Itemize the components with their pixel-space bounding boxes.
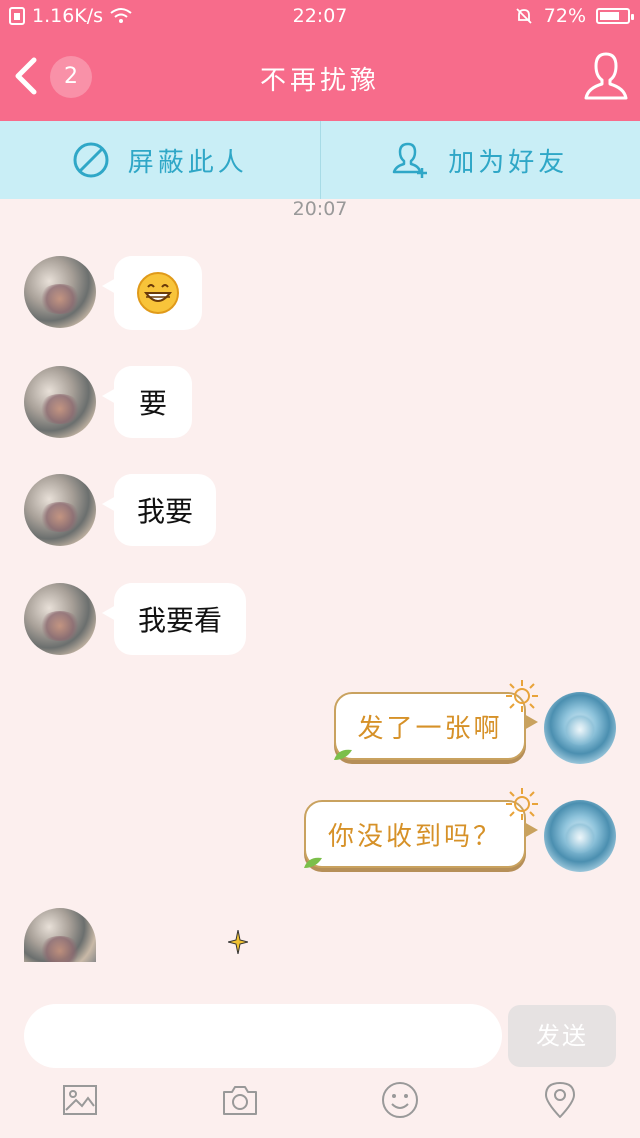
message-text: 发了一张啊: [357, 713, 503, 744]
block-icon: [73, 142, 109, 178]
message-bubble[interactable]: 我要: [102, 474, 216, 546]
title-bar: 2 不再扰豫: [0, 34, 640, 121]
leaf-decoration-icon: [304, 857, 322, 868]
contact-avatar[interactable]: [24, 583, 96, 655]
leaf-decoration-icon: [334, 749, 352, 760]
message-bubble[interactable]: 发了一张啊: [334, 680, 538, 760]
message-bubble[interactable]: 要: [102, 366, 192, 438]
sparkle-icon: [228, 930, 248, 954]
add-friend-label: 加为好友: [448, 147, 569, 178]
message-text: 我要: [136, 495, 193, 528]
message-bubble[interactable]: 我要看: [102, 583, 246, 655]
image-icon[interactable]: [60, 1080, 100, 1120]
chat-title: 不再扰豫: [259, 66, 380, 96]
message-bubble[interactable]: [102, 256, 202, 330]
contact-avatar[interactable]: [24, 908, 96, 962]
battery-icon: [596, 8, 634, 24]
send-button[interactable]: 发送: [508, 1005, 616, 1067]
contact-avatar[interactable]: [24, 366, 96, 438]
message-text: 你没收到吗？: [327, 821, 502, 852]
message-text: 要: [138, 387, 167, 420]
message-text: 我要看: [137, 604, 222, 637]
grinning-emoji-icon: [137, 272, 179, 314]
location-icon[interactable]: [540, 1080, 580, 1120]
contact-avatar[interactable]: [24, 256, 96, 328]
block-user-label: 屏蔽此人: [127, 147, 248, 178]
sun-decoration-icon: [506, 788, 538, 820]
top-bar: 1.16K/s 22:07 72% 2 不再扰豫: [0, 0, 640, 121]
composer: 发送: [0, 962, 640, 1138]
contact-avatar[interactable]: [24, 474, 96, 546]
camera-icon[interactable]: [220, 1080, 260, 1120]
add-friend-button[interactable]: 加为好友: [319, 121, 640, 199]
mute-bell-icon: [516, 8, 532, 24]
action-row: 屏蔽此人 加为好友: [0, 121, 640, 199]
message-bubble[interactable]: 你没收到吗？: [304, 788, 538, 868]
chat-timestamp: 20:07: [292, 198, 348, 220]
add-friend-icon: [392, 142, 428, 178]
sun-decoration-icon: [506, 680, 538, 712]
my-avatar[interactable]: [544, 800, 616, 872]
status-bar: 1.16K/s 22:07 72%: [0, 0, 640, 34]
message-input[interactable]: [24, 1004, 502, 1068]
my-avatar[interactable]: [544, 692, 616, 764]
emoji-icon[interactable]: [380, 1080, 420, 1120]
block-user-button[interactable]: 屏蔽此人: [0, 121, 320, 199]
battery-percent: 72%: [543, 5, 586, 27]
profile-icon[interactable]: [582, 48, 630, 104]
